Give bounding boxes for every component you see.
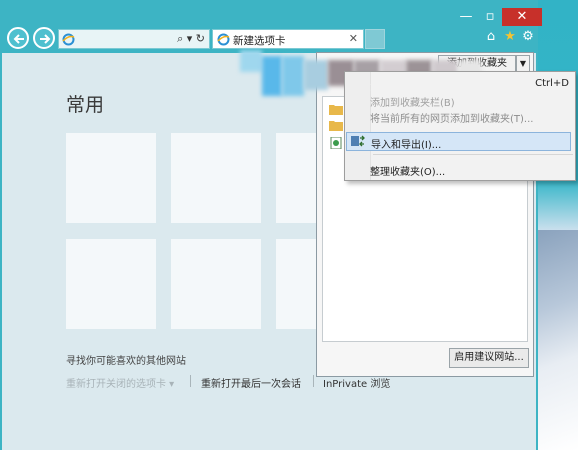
maximize-button[interactable]: ▫	[478, 8, 502, 26]
page-title: 常用	[66, 94, 105, 116]
shortcut-label: Ctrl+D	[535, 78, 569, 89]
gear-icon[interactable]: ⚙	[520, 29, 536, 45]
arrow-left-icon	[13, 34, 24, 44]
close-button[interactable]: ✕	[502, 8, 542, 26]
link-divider	[313, 375, 314, 387]
favorites-menu: 添加到收藏夹... Ctrl+D 添加到收藏夹栏(B) 将当前所有的网页添加到收…	[344, 71, 576, 181]
page-icon	[330, 137, 342, 149]
site-tile[interactable]	[171, 239, 261, 329]
address-input[interactable]	[79, 33, 159, 45]
bottom-links: 重新打开关闭的选项卡 ▾ 重新打开最后一次会话 InPrivate 浏览	[66, 375, 406, 390]
blurred-region	[262, 56, 282, 96]
address-tools[interactable]: ⌕ ▾ ↻	[177, 32, 205, 46]
folder-icon	[329, 121, 343, 131]
back-button[interactable]	[7, 27, 29, 49]
enable-suggested-sites-button[interactable]: 启用建议网站...	[449, 348, 529, 368]
reopen-closed-tabs-link[interactable]: 重新打开关闭的选项卡 ▾	[66, 375, 174, 390]
minimize-button[interactable]: —	[454, 8, 478, 26]
folder-icon	[329, 105, 343, 115]
blurred-region	[304, 60, 328, 90]
forward-button[interactable]	[33, 27, 55, 49]
toolbar-icons: ⌂ ★ ⚙	[483, 29, 537, 45]
link-divider	[190, 375, 191, 387]
blurred-region	[282, 56, 304, 96]
desktop-mountain-image	[536, 230, 578, 450]
address-bar[interactable]: ⌕ ▾ ↻	[58, 29, 210, 49]
tab-title: 新建选项卡	[233, 35, 286, 47]
tab-close-icon[interactable]: ✕	[349, 32, 358, 45]
window-controls: — ▫ ✕	[454, 8, 542, 26]
site-tile[interactable]	[66, 133, 156, 223]
home-icon[interactable]: ⌂	[483, 29, 499, 45]
site-tile[interactable]	[66, 239, 156, 329]
new-tab-button[interactable]	[365, 29, 385, 49]
menu-separator	[373, 154, 573, 155]
site-tile[interactable]	[171, 133, 261, 223]
blurred-region	[240, 50, 262, 72]
ie-tab-icon	[217, 33, 230, 46]
find-sites-link[interactable]: 寻找你可能喜欢的其他网站	[66, 352, 186, 367]
star-icon[interactable]: ★	[502, 29, 518, 45]
import-export-icon	[351, 135, 365, 147]
reopen-last-session-link[interactable]: 重新打开最后一次会话	[201, 375, 301, 390]
menu-item-import-export[interactable]: 导入和导出(I)...	[346, 132, 571, 151]
arrow-right-icon	[40, 34, 51, 44]
tab-new-tab[interactable]: 新建选项卡 ✕	[212, 29, 364, 49]
inprivate-link[interactable]: InPrivate 浏览	[323, 375, 390, 390]
ie-logo-icon	[62, 33, 75, 46]
menu-item-organize-favorites[interactable]: 整理收藏夹(O)...	[345, 159, 575, 179]
menu-item-add-all-tabs[interactable]: 将当前所有的网页添加到收藏夹(T)...	[345, 106, 575, 126]
